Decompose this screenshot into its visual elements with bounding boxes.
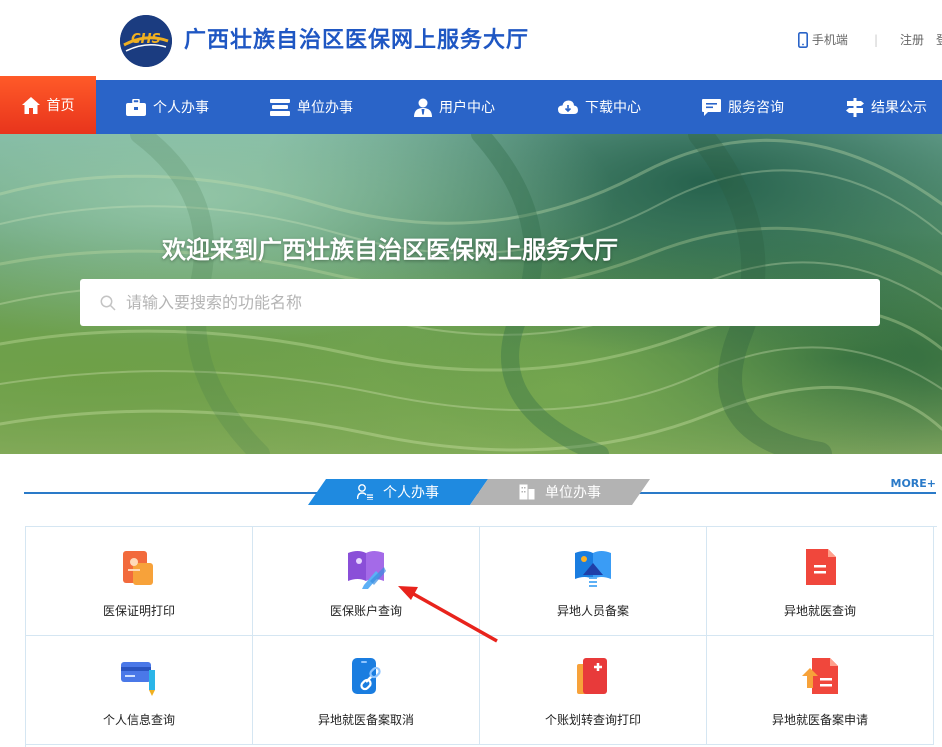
document-query-icon — [806, 549, 836, 585]
nav-item-consult[interactable]: 服务咨询 — [702, 80, 784, 134]
service-label: 异地就医备案申请 — [771, 713, 868, 727]
service-label: 医保账户查询 — [329, 604, 402, 618]
nav-label-user-center: 用户中心 — [439, 100, 495, 116]
search-box[interactable] — [80, 279, 880, 326]
service-item-remote-filing[interactable]: 异地人员备案 — [480, 527, 707, 636]
register-link[interactable]: 注册 — [900, 31, 924, 48]
service-item-personal-info[interactable]: 个人信息查询 — [26, 636, 253, 745]
banner-title: 欢迎来到广西壮族自治区医保网上服务大厅 — [162, 236, 618, 264]
phone-link-icon — [352, 658, 381, 694]
service-item-filing-apply[interactable]: 异地就医备案申请 — [707, 636, 934, 745]
header-separator: | — [873, 32, 878, 47]
service-item-account-query[interactable]: 医保账户查询 — [253, 527, 480, 636]
nav-label-download: 下载中心 — [585, 100, 641, 116]
tab-personal[interactable]: 个人办事 — [308, 479, 488, 505]
search-icon — [100, 295, 116, 311]
service-item-certificate-print[interactable]: 医保证明打印 — [26, 527, 253, 636]
hero-banner: 欢迎来到广西壮族自治区医保网上服务大厅 — [0, 134, 942, 454]
mobile-label: 手机端 — [811, 33, 848, 47]
nav-item-download[interactable]: 下载中心 — [558, 80, 641, 134]
certificate-print-icon — [123, 551, 153, 585]
nav-item-unit[interactable]: 单位办事 — [270, 80, 353, 134]
tab-personal-label: 个人办事 — [383, 485, 439, 501]
upload-document-icon — [802, 658, 838, 694]
site-title[interactable]: 广西壮族自治区医保网上服务大厅 — [184, 22, 529, 54]
service-label: 异地就医查询 — [783, 604, 856, 618]
person-list-icon — [357, 484, 373, 500]
login-link[interactable]: 登 — [936, 31, 942, 48]
site-header: CHS 广西壮族自治区医保网上服务大厅 手机端 | 注册 登 — [0, 0, 942, 80]
building-icon — [519, 484, 535, 500]
briefcase-icon — [126, 98, 146, 116]
book-plus-icon — [577, 658, 607, 694]
cloud-download-icon — [558, 100, 578, 114]
user-icon — [414, 98, 432, 117]
service-label: 异地人员备案 — [556, 604, 629, 618]
chat-icon — [702, 98, 721, 116]
nav-label-consult: 服务咨询 — [728, 100, 784, 116]
card-pen-icon — [121, 662, 155, 696]
logo-text: CHS — [131, 32, 161, 47]
nav-item-results[interactable]: 结果公示 — [846, 80, 927, 134]
more-link[interactable]: MORE+ — [891, 477, 937, 490]
nav-label-home: 首页 — [46, 98, 75, 114]
service-item-cancel-filing[interactable]: 异地就医备案取消 — [253, 636, 480, 745]
service-grid: 医保证明打印 医保账户查询 异地人员备案 异地就医查询 个人信息查询 异地就医备… — [25, 526, 937, 747]
nav-item-user-center[interactable]: 用户中心 — [414, 80, 495, 134]
nav-label-personal: 个人办事 — [153, 100, 209, 116]
service-label: 个账划转查询打印 — [544, 713, 641, 727]
home-icon — [21, 96, 40, 114]
phone-icon — [797, 31, 808, 48]
service-label: 异地就医备案取消 — [317, 713, 414, 727]
nav-label-results: 结果公示 — [871, 100, 927, 116]
signpost-icon — [846, 97, 864, 117]
tab-unit-label: 单位办事 — [545, 485, 601, 501]
tab-unit[interactable]: 单位办事 — [470, 479, 650, 505]
service-item-remote-query[interactable]: 异地就医查询 — [707, 527, 934, 636]
service-label: 个人信息查询 — [102, 713, 175, 727]
search-input[interactable] — [124, 292, 828, 313]
remote-filing-icon — [575, 551, 611, 587]
chs-logo[interactable]: CHS — [120, 15, 172, 67]
stack-icon — [270, 98, 290, 116]
mobile-link[interactable]: 手机端 — [797, 31, 848, 48]
service-item-transfer-print[interactable]: 个账划转查询打印 — [480, 636, 707, 745]
nav-item-personal[interactable]: 个人办事 — [126, 80, 209, 134]
nav-label-unit: 单位办事 — [297, 100, 353, 116]
service-label: 医保证明打印 — [102, 604, 175, 618]
main-nav: 首页 个人办事 单位办事 用户中心 下载中心 服务咨询 结果公示 — [0, 76, 942, 134]
header-links: 手机端 | 注册 登 — [797, 31, 942, 48]
account-book-icon — [348, 551, 386, 589]
nav-item-home[interactable]: 首页 — [0, 76, 96, 134]
